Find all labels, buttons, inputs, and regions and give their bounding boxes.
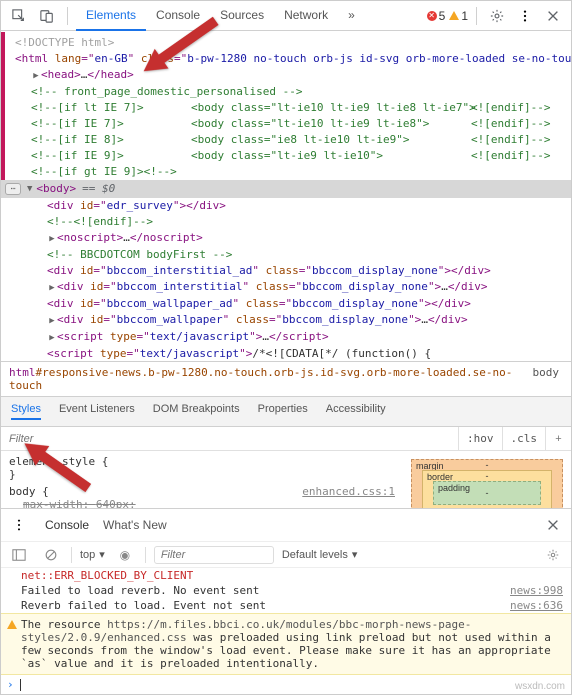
error-count-value: 5	[439, 9, 446, 23]
tab-properties[interactable]: Properties	[258, 403, 308, 420]
box-model-diagram[interactable]: margin- border- padding-	[407, 455, 567, 504]
drawer-tabs: Console What's New	[1, 509, 571, 542]
tab-network[interactable]: Network	[274, 1, 338, 31]
drawer-menu-icon[interactable]	[7, 513, 31, 537]
element-node[interactable]: <div id="bbccom_interstitial" class="bbc…	[15, 279, 569, 296]
hov-toggle[interactable]: :hov	[458, 427, 502, 451]
console-settings-icon[interactable]	[541, 543, 565, 567]
tab-overflow[interactable]: »	[338, 1, 365, 31]
ie-conditional[interactable]: <!--[if IE 9]><body class="lt-ie9 lt-ie1…	[15, 148, 569, 164]
console-log-line[interactable]: Reverb failed to load. Event not sentnew…	[1, 598, 571, 613]
separator	[67, 7, 68, 25]
html-node[interactable]: <html lang="en-GB" class="b-pw-1280 no-t…	[15, 51, 569, 67]
tab-accessibility[interactable]: Accessibility	[326, 403, 386, 420]
crumb-body[interactable]: body	[533, 366, 560, 392]
chevron-down-icon: ▾	[99, 548, 105, 561]
element-node[interactable]: <div id="bbccom_wallpaper" class="bbccom…	[15, 312, 569, 329]
element-node[interactable]: <script type="text/javascript">…</script…	[15, 329, 569, 346]
log-levels-selector[interactable]: Default levels ▾	[282, 548, 358, 561]
drawer-tab-console[interactable]: Console	[45, 518, 89, 532]
source-link[interactable]: news:998	[510, 584, 563, 597]
element-node[interactable]: <div id="bbccom_interstitial_ad" class="…	[15, 263, 569, 279]
crumb-classes[interactable]: #responsive-news.b-pw-1280.no-touch.orb-…	[9, 366, 512, 392]
expand-icon[interactable]: ▼	[27, 181, 32, 197]
console-log-line[interactable]: Failed to load reverb. No event sentnews…	[1, 583, 571, 598]
comment-node[interactable]: <!-- front_page_domestic_personalised --…	[15, 84, 569, 100]
head-node[interactable]: <head>…</head>	[15, 67, 569, 84]
warning-icon	[449, 11, 459, 20]
new-rule-button[interactable]: +	[545, 427, 571, 451]
crumb-html[interactable]: html	[9, 366, 36, 379]
tab-styles[interactable]: Styles	[11, 403, 41, 420]
ie-conditional[interactable]: <!--[if IE 7]><body class="lt-ie10 lt-ie…	[15, 116, 569, 132]
error-count[interactable]: ✕ 5	[427, 9, 446, 23]
css-source-link[interactable]: enhanced.css:1	[302, 485, 395, 498]
expand-icon[interactable]	[47, 279, 57, 296]
body-node-selected[interactable]: ⋯ ▼ <body> == $0	[1, 180, 571, 198]
prompt-icon: ›	[7, 678, 14, 691]
comment-node[interactable]: <!-- BBCDOTCOM bodyFirst -->	[15, 247, 569, 263]
ie-conditional[interactable]: <!--[if IE 8]><body class="ie8 lt-ie10 l…	[15, 132, 569, 148]
close-devtools-icon[interactable]	[541, 4, 565, 28]
ie-conditional[interactable]: <!--[if gt IE 9]><!-->	[15, 164, 569, 180]
console-output[interactable]: net::ERR_BLOCKED_BY_CLIENT Failed to loa…	[1, 568, 571, 694]
separator	[476, 7, 477, 25]
elements-tree[interactable]: <!DOCTYPE html> <html lang="en-GB" class…	[1, 31, 571, 361]
tab-event-listeners[interactable]: Event Listeners	[59, 403, 135, 420]
warning-count[interactable]: 1	[449, 9, 468, 23]
breadcrumb[interactable]: html#responsive-news.b-pw-1280.no-touch.…	[1, 361, 571, 396]
source-link[interactable]: news:636	[510, 599, 563, 612]
element-node[interactable]: <noscript>…</noscript>	[15, 230, 569, 247]
drawer-close-icon[interactable]	[541, 513, 565, 537]
inspect-element-icon[interactable]	[7, 4, 31, 28]
chevron-down-icon: ▾	[352, 548, 358, 561]
styles-filter-row: :hov .cls +	[1, 427, 571, 451]
coverage-gutter	[1, 32, 5, 180]
expand-icon[interactable]	[47, 329, 57, 346]
console-drawer: Console What's New top ▾ ◉ Default level…	[1, 508, 571, 694]
comment-node[interactable]: <!--<![endif]-->	[15, 214, 569, 230]
console-filter-input[interactable]	[154, 546, 274, 564]
watermark: wsxdn.com	[515, 681, 565, 692]
doctype-node[interactable]: <!DOCTYPE html>	[15, 35, 569, 51]
tab-elements[interactable]: Elements	[76, 1, 146, 31]
dollar-zero-indicator: == $0	[82, 181, 115, 197]
drawer-tab-whatsnew[interactable]: What's New	[103, 518, 167, 532]
cls-toggle[interactable]: .cls	[502, 427, 546, 451]
console-error-line[interactable]: net::ERR_BLOCKED_BY_CLIENT	[1, 568, 571, 583]
ie-conditional[interactable]: <!--[if lt IE 7]><body class="lt-ie10 lt…	[15, 100, 569, 116]
devtools-toolbar: Elements Console Sources Network » ✕ 5 1	[1, 1, 571, 31]
console-warning-line[interactable]: The resource https://m.files.bbci.co.uk/…	[1, 613, 571, 675]
console-sidebar-icon[interactable]	[7, 543, 31, 567]
clear-console-icon[interactable]	[39, 543, 63, 567]
warning-count-value: 1	[461, 9, 468, 23]
console-input[interactable]: ›	[1, 675, 571, 694]
element-node[interactable]: <div id="bbccom_wallpaper_ad" class="bbc…	[15, 296, 569, 312]
device-toggle-icon[interactable]	[35, 4, 59, 28]
expand-icon[interactable]	[31, 67, 41, 84]
settings-gear-icon[interactable]	[485, 4, 509, 28]
warning-icon	[7, 620, 17, 629]
tab-dom-breakpoints[interactable]: DOM Breakpoints	[153, 403, 240, 420]
console-toolbar: top ▾ ◉ Default levels ▾	[1, 542, 571, 568]
styles-tabs: Styles Event Listeners DOM Breakpoints P…	[1, 396, 571, 427]
text-cursor	[20, 679, 21, 691]
element-node[interactable]: <script type="text/javascript">/*<![CDAT…	[15, 346, 569, 361]
context-selector[interactable]: top ▾	[80, 548, 105, 561]
live-expression-icon[interactable]: ◉	[113, 543, 137, 567]
more-menu-icon[interactable]	[513, 4, 537, 28]
expand-icon[interactable]	[47, 312, 57, 329]
error-icon: ✕	[427, 11, 437, 21]
overflow-icon[interactable]: ⋯	[5, 183, 21, 195]
element-node[interactable]: <div id="edr_survey"></div>	[15, 198, 569, 214]
expand-icon[interactable]	[47, 230, 57, 247]
